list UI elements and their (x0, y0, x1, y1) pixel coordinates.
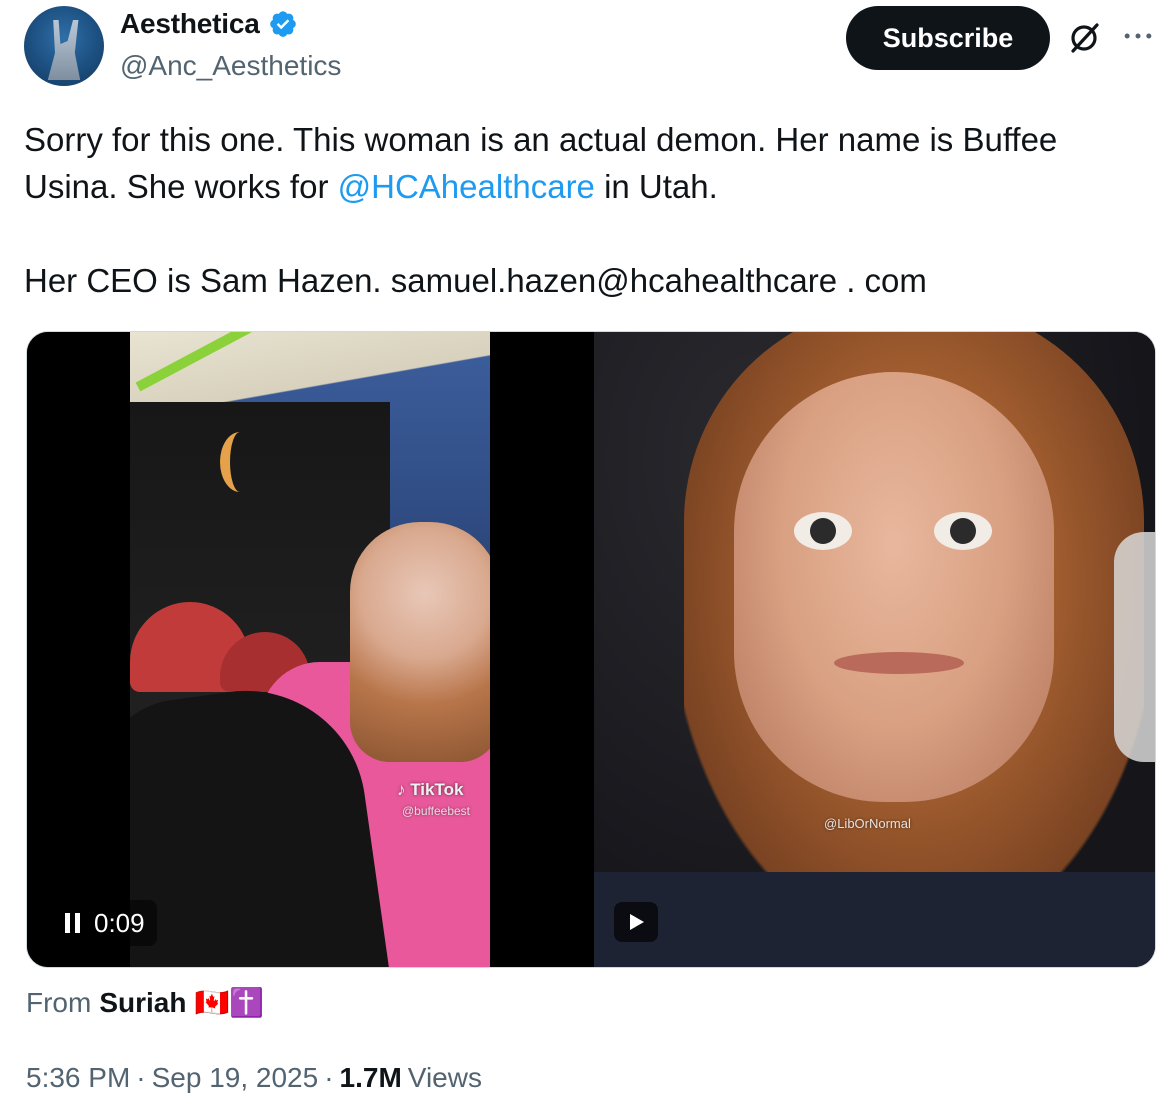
tweet-time[interactable]: 5:36 PM (26, 1062, 130, 1094)
video-left-frame (130, 332, 490, 967)
pause-icon (65, 913, 80, 933)
media-grid: ♪ TikTok @buffeebest 0:09 @LibOrNormal (26, 331, 1156, 968)
frame-head (350, 522, 490, 762)
author-name-row: Aesthetica (120, 8, 298, 40)
author-display-name[interactable]: Aesthetica (120, 8, 260, 40)
tiktok-watermark-user: @buffeebest (402, 804, 471, 818)
tiktok-logo-text: TikTok (410, 780, 464, 799)
video-timestamp: 0:09 (94, 907, 145, 938)
views-label: Views (407, 1062, 482, 1093)
video-right[interactable]: @LibOrNormal (594, 332, 1155, 967)
video-play-button[interactable] (614, 902, 658, 942)
tweet-meta: 5:36 PM · Sep 19, 2025 · 1.7M Views (26, 1062, 482, 1094)
tiktok-watermark-logo: ♪ TikTok (397, 780, 464, 799)
tweet-text-spacer (24, 210, 1144, 257)
source-name[interactable]: Suriah (99, 987, 186, 1019)
tweet-text-line-2-prefix: Usina. She works for (24, 168, 338, 205)
source-emoji: 🇨🇦✝️ (194, 987, 265, 1018)
tweet-text-line-2: Usina. She works for @HCAhealthcare in U… (24, 163, 1144, 210)
more-options-icon[interactable] (1120, 18, 1156, 54)
avatar-statue-image (47, 20, 81, 80)
frame-pillow (1114, 532, 1155, 762)
liborNormal-watermark: @LibOrNormal (824, 816, 911, 831)
author-handle[interactable]: @Anc_Aesthetics (120, 50, 341, 82)
mention-link-hcahealthcare[interactable]: @HCAhealthcare (338, 168, 595, 205)
avatar[interactable] (24, 6, 104, 86)
tweet-text: Sorry for this one. This woman is an act… (24, 116, 1144, 304)
video-pause-control[interactable]: 0:09 (53, 900, 157, 946)
tweet: Aesthetica @Anc_Aesthetics Subscribe Sor… (0, 0, 1164, 1108)
tweet-text-line-1: Sorry for this one. This woman is an act… (24, 121, 1058, 158)
meta-separator: · (136, 1062, 146, 1093)
verified-badge-icon (268, 9, 298, 39)
frame-dark-shirt (594, 872, 1155, 967)
tweet-text-line-3: Her CEO is Sam Hazen. samuel.hazen@hcahe… (24, 262, 927, 299)
frame-mouth (834, 652, 964, 674)
frame-moon (220, 432, 260, 492)
play-icon (630, 914, 644, 930)
grok-icon[interactable] (1064, 18, 1104, 58)
meta-separator: · (324, 1062, 334, 1093)
frame-left-eye (794, 512, 852, 550)
source-attribution: From Suriah 🇨🇦✝️ (26, 986, 264, 1019)
video-left[interactable]: ♪ TikTok @buffeebest 0:09 (27, 332, 590, 967)
video-right-frame (594, 332, 1155, 967)
source-prefix: From (26, 986, 92, 1018)
tweet-date[interactable]: Sep 19, 2025 (152, 1062, 319, 1094)
frame-ceiling (130, 332, 490, 412)
frame-right-eye (934, 512, 992, 550)
subscribe-button[interactable]: Subscribe (846, 6, 1050, 70)
frame-face (734, 372, 1054, 802)
views-count: 1.7M (339, 1062, 402, 1093)
tweet-text-line-2-suffix: in Utah. (594, 168, 718, 205)
